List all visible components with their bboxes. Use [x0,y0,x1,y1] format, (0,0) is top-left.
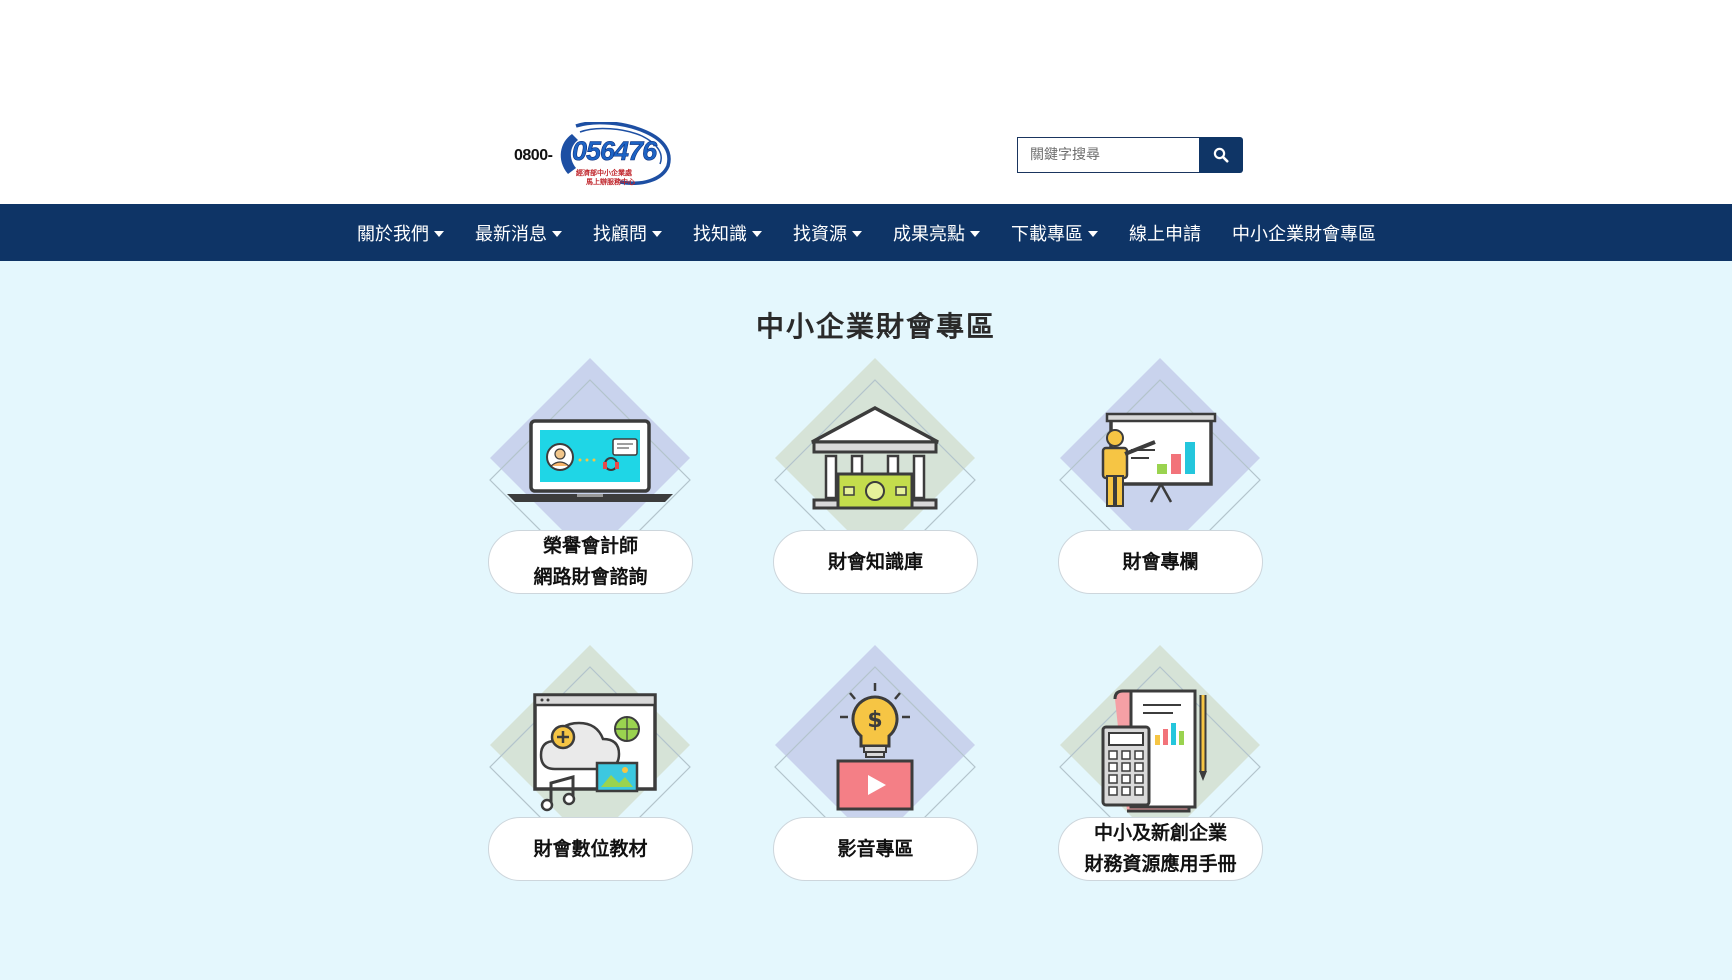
card-finance-column[interactable]: 財會專欄 [1055,356,1265,596]
card-knowledge-base[interactable]: 財會知識庫 [770,356,980,596]
caret-down-icon [652,230,662,237]
caret-down-icon [752,230,762,237]
card-video-zone[interactable]: $ 影音專區 [770,643,980,883]
card-label: 榮譽會計師 網路財會諮詢 [488,530,693,594]
logo-prefix: 0800- [514,147,553,164]
nav-item-highlights[interactable]: 成果亮點 [893,220,980,246]
card-label-line1: 財會知識庫 [827,550,923,573]
card-label-line1: 財會專欄 [1122,550,1199,573]
bank-money-icon [774,358,976,546]
nav-label: 下載專區 [1011,223,1083,245]
presentation-board-icon [1059,358,1261,546]
card-label-line1: 影音專區 [837,837,914,860]
card-label-line2: 財務資源應用手冊 [1084,853,1237,875]
nav-label: 找顧問 [593,223,647,245]
nav-item-resources[interactable]: 找資源 [793,220,862,246]
idea-video-icon: $ [774,645,976,833]
nav-item-finance-zone[interactable]: 中小企業財會專區 [1232,220,1376,246]
nav-item-news[interactable]: 最新消息 [475,220,562,246]
card-label-line2: 網路財會諮詢 [533,566,648,588]
search-form [1017,137,1243,173]
nav-item-about[interactable]: 關於我們 [357,220,444,246]
card-label: 財會知識庫 [773,530,978,594]
nav-item-apply-online[interactable]: 線上申請 [1129,220,1201,246]
svg-text:$: $ [867,708,882,733]
caret-down-icon [434,230,444,237]
caret-down-icon [1088,230,1098,237]
nav-label: 找知識 [693,223,747,245]
caret-down-icon [970,230,980,237]
caret-down-icon [552,230,562,237]
nav-label: 最新消息 [475,223,547,245]
card-startup-handbook[interactable]: 中小及新創企業 財務資源應用手冊 [1055,643,1265,883]
site-header: 0800- 056476 經濟部中小企業處 馬上辦服務中心 [0,0,1732,204]
calculator-document-icon [1059,645,1261,833]
logo-number: 056476 [572,136,658,167]
search-input[interactable] [1017,137,1199,173]
card-label: 財會專欄 [1058,530,1263,594]
card-label: 影音專區 [773,817,978,881]
nav-item-knowledge[interactable]: 找知識 [693,220,762,246]
laptop-consultation-icon [489,358,691,546]
search-button[interactable] [1199,137,1243,173]
nav-item-consultant[interactable]: 找顧問 [593,220,662,246]
nav-label: 關於我們 [357,223,429,245]
card-label-line1: 中小及新創企業 [1093,822,1227,844]
card-label-line1: 財會數位教材 [533,837,648,860]
search-icon [1213,147,1229,163]
caret-down-icon [852,230,862,237]
main-nav: 關於我們 最新消息 找顧問 找知識 找資源 成果亮點 下載專區 線上申請 中小企… [0,204,1732,261]
nav-label: 線上申請 [1129,223,1201,245]
page-title: 中小企業財會專區 [755,310,996,343]
card-label-line1: 榮譽會計師 [542,535,638,557]
card-digital-materials[interactable]: 財會數位教材 [485,643,695,883]
hotline-logo[interactable]: 0800- 056476 經濟部中小企業處 馬上辦服務中心 [514,120,671,190]
card-label: 中小及新創企業 財務資源應用手冊 [1058,817,1263,881]
card-accountant-consultation[interactable]: 榮譽會計師 網路財會諮詢 [485,356,695,596]
nav-list: 關於我們 最新消息 找顧問 找知識 找資源 成果亮點 下載專區 線上申請 中小企… [357,204,1376,261]
nav-label: 找資源 [793,223,847,245]
logo-subtitle-line2: 馬上辦服務中心 [586,178,635,186]
nav-item-downloads[interactable]: 下載專區 [1011,220,1098,246]
cloud-media-icon [489,645,691,833]
card-label: 財會數位教材 [488,817,693,881]
nav-label: 成果亮點 [893,223,965,245]
nav-label: 中小企業財會專區 [1232,223,1376,245]
